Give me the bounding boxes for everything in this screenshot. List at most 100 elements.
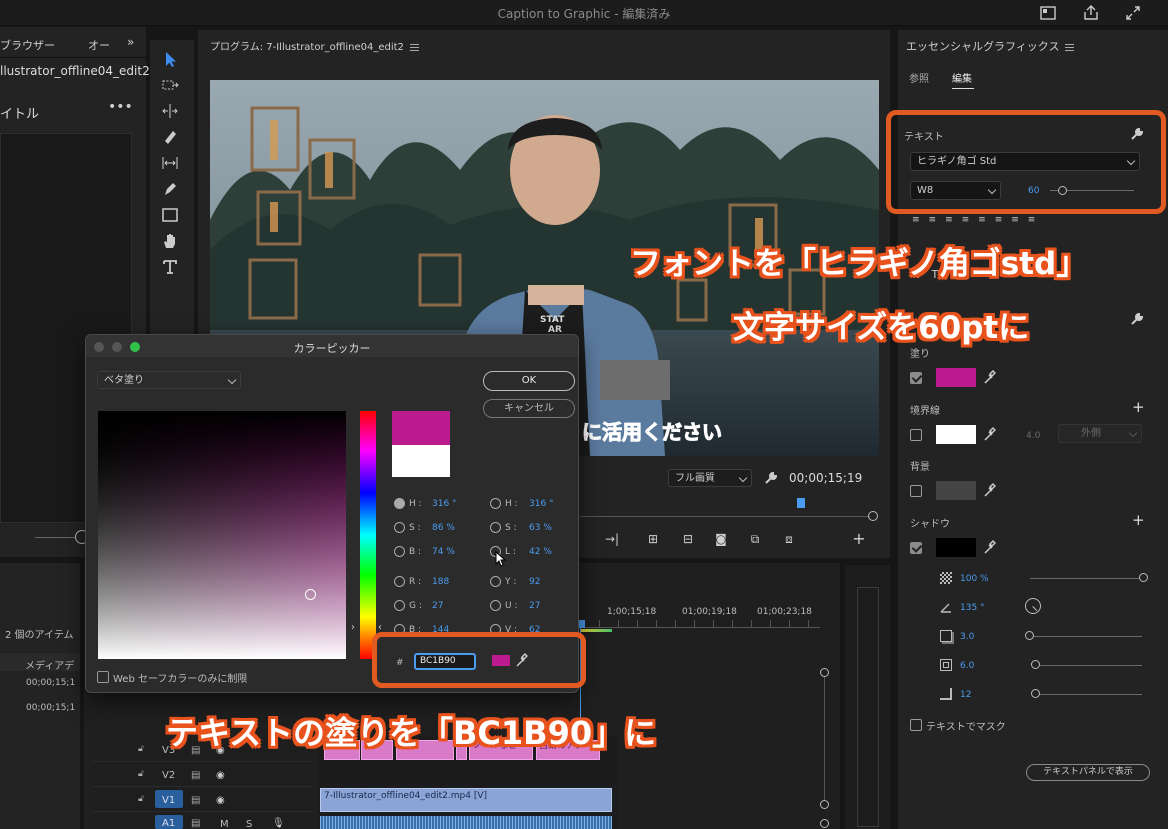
radio-y[interactable] bbox=[490, 576, 501, 587]
scroll-knob[interactable] bbox=[820, 668, 829, 677]
background-checkbox[interactable] bbox=[910, 485, 922, 497]
shadow-distance-knob[interactable] bbox=[1025, 631, 1034, 640]
value-g[interactable]: 27 bbox=[432, 601, 443, 611]
shadow-distance-value[interactable]: 3.0 bbox=[960, 632, 974, 642]
scrub-end-knob[interactable] bbox=[868, 511, 878, 521]
radio-s2[interactable] bbox=[490, 522, 501, 533]
appearance-wrench-icon[interactable] bbox=[1130, 312, 1144, 329]
lock-icon[interactable]: 🔓︎ bbox=[138, 794, 144, 804]
value-h2[interactable]: 316 ° bbox=[529, 499, 554, 509]
shadow-angle-value[interactable]: 135 ° bbox=[960, 603, 985, 613]
selection-tool-icon[interactable] bbox=[160, 49, 180, 69]
radio-r[interactable] bbox=[394, 576, 405, 587]
stroke-width-value[interactable]: 4.0 bbox=[1026, 431, 1040, 441]
radio-g[interactable] bbox=[394, 600, 405, 611]
razor-tool-icon[interactable] bbox=[160, 127, 180, 147]
lock-icon[interactable]: 🔓︎ bbox=[138, 744, 144, 754]
tab-browse[interactable]: 参照 bbox=[909, 70, 929, 85]
sync-lock-icon[interactable]: ▤ bbox=[191, 818, 200, 829]
solo-button[interactable]: S bbox=[246, 819, 252, 829]
value-y[interactable]: 92 bbox=[529, 577, 540, 587]
saturation-brightness-field[interactable] bbox=[98, 411, 346, 659]
lift-icon[interactable]: ⊞ bbox=[645, 532, 661, 546]
video-clip[interactable]: 7-Illustrator_offline04_edit2.mp4 [V] bbox=[320, 788, 612, 812]
align-buttons[interactable]: ≡≡≡≡≡≡≡≡ bbox=[912, 215, 1160, 225]
scroll-knob[interactable] bbox=[820, 819, 829, 828]
stroke-position-select[interactable]: 外側 bbox=[1058, 424, 1142, 443]
pen-tool-icon[interactable] bbox=[160, 179, 180, 199]
list-item[interactable]: 00;00;15;1 bbox=[26, 678, 75, 688]
cancel-button[interactable]: キャンセル bbox=[483, 399, 575, 418]
track-select-icon[interactable] bbox=[160, 75, 180, 95]
mask-checkbox[interactable] bbox=[910, 719, 922, 731]
stroke-color-swatch[interactable] bbox=[936, 425, 976, 444]
shadow-opacity-slider[interactable] bbox=[1030, 578, 1142, 579]
fill-type-select[interactable]: ベタ塗り bbox=[97, 371, 241, 389]
comparison-view-icon[interactable]: ⧉ bbox=[747, 532, 763, 546]
toggle-proxy-icon[interactable]: ⧈ bbox=[781, 532, 797, 546]
project-tab[interactable]: ブラウザー bbox=[0, 37, 55, 53]
share-icon[interactable] bbox=[1082, 4, 1100, 22]
panel-overflow-icon[interactable]: » bbox=[127, 35, 134, 49]
program-timecode[interactable]: 00;00;15;19 bbox=[789, 471, 862, 485]
shadow-opacity-knob[interactable] bbox=[1139, 573, 1148, 582]
radio-s[interactable] bbox=[394, 522, 405, 533]
rectangle-tool-icon[interactable] bbox=[160, 205, 180, 225]
sync-lock-icon[interactable]: ▤ bbox=[191, 795, 200, 806]
ok-button[interactable]: OK bbox=[483, 371, 575, 391]
playhead-marker[interactable] bbox=[797, 498, 805, 508]
fill-checkbox[interactable] bbox=[910, 372, 922, 384]
hue-slider-arrow-left[interactable]: › bbox=[351, 622, 355, 633]
shadow-blur-slider[interactable] bbox=[1036, 694, 1142, 695]
value-s2[interactable]: 63 % bbox=[529, 523, 552, 533]
go-to-out-icon[interactable]: →| bbox=[604, 532, 620, 546]
eye-icon[interactable]: ◉ bbox=[216, 795, 225, 806]
radio-u[interactable] bbox=[490, 600, 501, 611]
hand-tool-icon[interactable] bbox=[160, 231, 180, 251]
shadow-distance-slider[interactable] bbox=[1030, 636, 1142, 637]
tab-edit[interactable]: 編集 bbox=[952, 70, 972, 85]
zoom-slider-track[interactable] bbox=[35, 537, 75, 538]
value-h[interactable]: 316 ° bbox=[432, 499, 457, 509]
shadow-size-knob[interactable] bbox=[1031, 660, 1040, 669]
track-name[interactable]: V2 bbox=[162, 770, 175, 781]
program-scrub-bar[interactable] bbox=[580, 516, 870, 517]
web-safe-checkbox[interactable] bbox=[97, 671, 109, 683]
extract-icon[interactable]: ⊟ bbox=[680, 532, 696, 546]
add-shadow-icon[interactable]: + bbox=[1132, 511, 1145, 529]
shadow-size-slider[interactable] bbox=[1036, 665, 1142, 666]
radio-b[interactable] bbox=[394, 546, 405, 557]
background-color-swatch[interactable] bbox=[936, 481, 976, 500]
stroke-checkbox[interactable] bbox=[910, 429, 922, 441]
eyedropper-icon[interactable] bbox=[982, 426, 997, 445]
sync-lock-icon[interactable]: ▤ bbox=[191, 770, 200, 781]
type-tool-icon[interactable] bbox=[160, 257, 180, 277]
eyedropper-icon[interactable] bbox=[982, 539, 997, 558]
settings-wrench-icon[interactable] bbox=[763, 470, 779, 489]
shadow-blur-knob[interactable] bbox=[1031, 689, 1040, 698]
shadow-size-value[interactable]: 6.0 bbox=[960, 661, 974, 671]
mute-button[interactable]: M bbox=[220, 819, 229, 829]
shadow-checkbox[interactable] bbox=[910, 542, 922, 554]
value-u[interactable]: 27 bbox=[529, 601, 540, 611]
lock-icon[interactable]: 🔓︎ bbox=[138, 769, 144, 779]
add-stroke-icon[interactable]: + bbox=[1132, 398, 1145, 416]
show-in-text-panel-button[interactable]: テキストパネルで表示 bbox=[1026, 764, 1150, 781]
fill-color-swatch[interactable] bbox=[936, 368, 976, 387]
color-field-cursor[interactable] bbox=[305, 589, 316, 600]
value-r[interactable]: 188 bbox=[432, 577, 449, 587]
hue-slider[interactable] bbox=[360, 411, 376, 659]
playback-resolution-select[interactable]: フル画質 bbox=[668, 469, 752, 487]
more-icon[interactable]: ••• bbox=[108, 99, 133, 115]
value-s[interactable]: 86 % bbox=[432, 523, 455, 533]
list-item[interactable]: 00;00;15;1 bbox=[26, 703, 75, 713]
track-name[interactable]: V1 bbox=[162, 795, 175, 806]
time-ruler[interactable] bbox=[580, 620, 820, 628]
value-l[interactable]: 42 % bbox=[529, 547, 552, 557]
fullscreen-icon[interactable] bbox=[1124, 4, 1142, 22]
eyedropper-icon[interactable] bbox=[982, 369, 997, 388]
mic-icon[interactable]: 🎙︎ bbox=[272, 818, 285, 829]
scroll-knob[interactable] bbox=[820, 800, 829, 809]
add-button-icon[interactable]: + bbox=[851, 531, 867, 547]
shadow-blur-value[interactable]: 12 bbox=[960, 690, 971, 700]
